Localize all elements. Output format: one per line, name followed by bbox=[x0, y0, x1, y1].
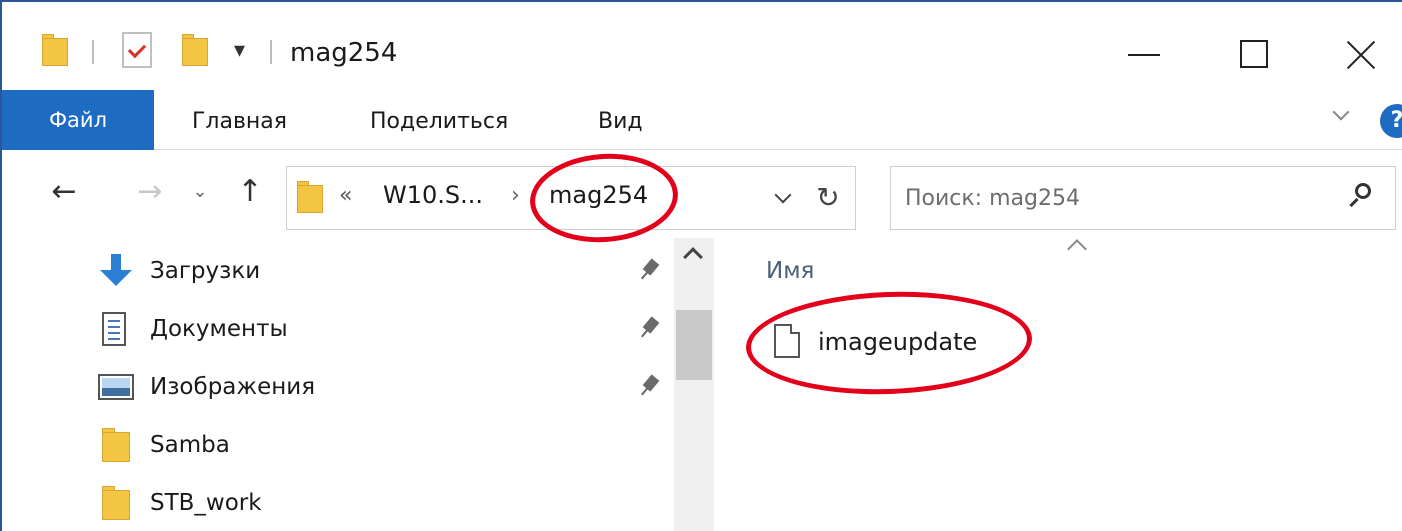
close-button[interactable] bbox=[1320, 24, 1402, 80]
nav-item-pictures[interactable]: Изображения bbox=[2, 358, 674, 416]
address-dropdown-icon[interactable] bbox=[769, 187, 797, 211]
nav-item-downloads[interactable]: Загрузки bbox=[2, 242, 674, 300]
breadcrumb-separator[interactable]: › bbox=[511, 183, 520, 208]
sort-ascending-icon bbox=[1067, 239, 1087, 259]
breadcrumb-current[interactable]: mag254 bbox=[549, 181, 648, 209]
nav-item-label: Документы bbox=[150, 316, 288, 342]
address-bar[interactable]: « W10.S... › mag254 ↻ bbox=[286, 166, 856, 230]
window-title: mag254 bbox=[290, 38, 398, 68]
expand-ribbon-icon[interactable] bbox=[1330, 104, 1352, 126]
tab-share[interactable]: Поделиться bbox=[370, 90, 508, 150]
nav-item-samba[interactable]: Samba bbox=[2, 416, 674, 474]
help-icon[interactable]: ? bbox=[1380, 104, 1402, 138]
folder-icon bbox=[98, 486, 134, 520]
search-box[interactable] bbox=[890, 166, 1396, 230]
file-icon bbox=[774, 324, 800, 358]
nav-item-label: Загрузки bbox=[150, 258, 261, 284]
nav-item-documents[interactable]: Документы bbox=[2, 300, 674, 358]
explorer-window: ▾ mag254 Файл Главная Поделиться Вид ? ←… bbox=[0, 0, 1402, 531]
breadcrumb-overflow[interactable]: « bbox=[339, 183, 352, 208]
nav-item-stb-work[interactable]: STB_work bbox=[2, 474, 674, 531]
download-icon bbox=[98, 254, 134, 288]
search-icon[interactable] bbox=[1345, 181, 1375, 211]
pictures-icon bbox=[98, 374, 134, 400]
recent-locations-button[interactable]: ⌄ bbox=[186, 172, 214, 212]
pin-icon[interactable] bbox=[638, 374, 662, 400]
folder-icon bbox=[297, 181, 323, 213]
list-item[interactable]: imageupdate bbox=[770, 318, 1070, 366]
document-icon bbox=[102, 312, 126, 346]
minimize-button[interactable] bbox=[1100, 24, 1190, 80]
tab-view[interactable]: Вид bbox=[598, 90, 643, 150]
tab-file[interactable]: Файл bbox=[2, 90, 154, 150]
refresh-button[interactable]: ↻ bbox=[811, 179, 845, 217]
maximize-icon bbox=[1240, 40, 1268, 68]
nav-item-label: Изображения bbox=[150, 374, 316, 400]
nav-item-label: Samba bbox=[150, 432, 230, 458]
properties-icon[interactable] bbox=[122, 32, 152, 68]
file-name: imageupdate bbox=[818, 328, 978, 356]
folder-icon bbox=[42, 34, 68, 66]
toolbar-separator bbox=[92, 40, 94, 64]
search-input[interactable] bbox=[905, 181, 1325, 215]
pin-icon[interactable] bbox=[638, 258, 662, 284]
navigation-pane: Загрузки Документы Изображения Samba STB… bbox=[2, 238, 674, 531]
nav-item-label: STB_work bbox=[150, 490, 262, 516]
scroll-thumb[interactable] bbox=[676, 310, 712, 380]
nav-scrollbar[interactable] bbox=[674, 238, 714, 531]
ribbon-tabs: Файл Главная Поделиться Вид ? bbox=[2, 90, 1402, 150]
up-button[interactable]: ↑ bbox=[228, 172, 272, 212]
back-button[interactable]: ← bbox=[42, 172, 86, 212]
title-bar: ▾ mag254 bbox=[2, 2, 1402, 88]
scroll-up-icon[interactable] bbox=[683, 247, 703, 267]
maximize-button[interactable] bbox=[1210, 24, 1300, 80]
tab-home[interactable]: Главная bbox=[192, 90, 287, 150]
breadcrumb-item[interactable]: W10.S... bbox=[383, 181, 483, 209]
customize-toolbar-icon[interactable]: ▾ bbox=[234, 38, 245, 63]
column-header-name[interactable]: Имя bbox=[766, 258, 814, 284]
file-list: Имя imageupdate bbox=[714, 238, 1402, 531]
forward-button[interactable]: → bbox=[128, 172, 172, 212]
new-folder-icon[interactable] bbox=[182, 34, 208, 66]
minimize-icon bbox=[1128, 54, 1160, 56]
toolbar-separator bbox=[270, 40, 272, 64]
folder-icon bbox=[98, 428, 134, 462]
pin-icon[interactable] bbox=[638, 316, 662, 342]
address-row: ← → ⌄ ↑ « W10.S... › mag254 ↻ bbox=[2, 152, 1402, 238]
